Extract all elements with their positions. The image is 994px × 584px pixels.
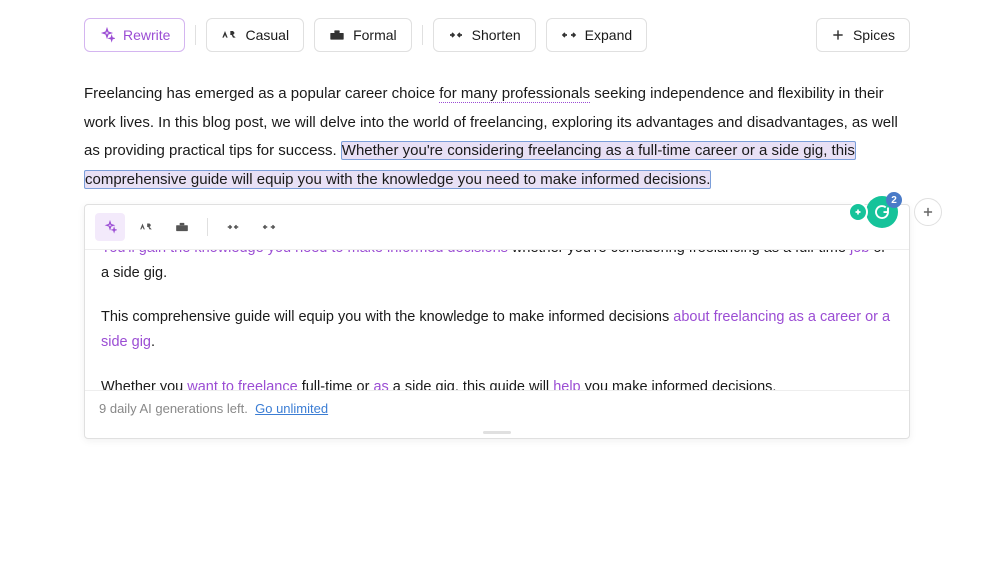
suggestion-highlight: job (850, 250, 869, 256)
expand-tool[interactable] (254, 213, 284, 241)
suggestions-list[interactable]: You'll gain the knowledge you need to ma… (85, 250, 909, 390)
formal-icon (329, 28, 345, 42)
formal-tool[interactable] (167, 213, 197, 241)
formal-icon (175, 221, 189, 233)
shorten-button[interactable]: Shorten (433, 18, 536, 52)
sparkle-icon (99, 27, 115, 43)
formal-label: Formal (353, 27, 397, 43)
spices-label: Spices (853, 27, 895, 43)
grammarly-badge: 2 (886, 192, 902, 208)
toolbar-divider (195, 25, 196, 45)
suggestion-highlight: as (373, 379, 388, 390)
shorten-icon (226, 222, 240, 232)
grammarly-aux-button[interactable] (848, 202, 868, 222)
casual-icon (221, 28, 237, 42)
editor-content[interactable]: Freelancing has emerged as a popular car… (0, 70, 994, 194)
suggestion-item[interactable]: This comprehensive guide will equip you … (85, 295, 909, 364)
suggestions-toolbar (85, 205, 909, 250)
suggestion-text: whether you're considering freelancing a… (508, 250, 850, 256)
shorten-tool[interactable] (218, 213, 248, 241)
plus-icon (921, 205, 935, 219)
formal-button[interactable]: Formal (314, 18, 412, 52)
grammarly-button[interactable]: 2 (866, 196, 898, 228)
casual-label: Casual (245, 27, 289, 43)
paragraph-text: Freelancing has emerged as a popular car… (84, 85, 439, 102)
expand-label: Expand (585, 27, 632, 43)
spices-button[interactable]: Spices (816, 18, 910, 52)
casual-tool[interactable] (131, 213, 161, 241)
suggestion-text: a side gig, this guide will (389, 379, 553, 390)
expand-icon (262, 222, 276, 232)
suggestion-struck: You'll gain the knowledge you need to ma… (101, 250, 508, 256)
plus-circle-icon (853, 207, 863, 217)
shorten-icon (448, 29, 464, 41)
expand-button[interactable]: Expand (546, 18, 647, 52)
suggestion-text: This comprehensive guide will equip you … (101, 309, 673, 325)
toolbar-divider (207, 218, 208, 236)
panel-resize-handle[interactable] (85, 426, 909, 438)
suggestions-footer: 9 daily AI generations left. Go unlimite… (85, 390, 909, 426)
grammar-issue[interactable]: for many professionals (439, 85, 590, 103)
casual-icon (139, 221, 153, 233)
casual-button[interactable]: Casual (206, 18, 304, 52)
suggestion-highlight: help (553, 379, 580, 390)
generation-counter: 9 daily AI generations left. (99, 401, 248, 416)
suggestion-highlight: want to freelance (187, 379, 297, 390)
suggestion-text: . (151, 334, 155, 350)
rewrite-button[interactable]: Rewrite (84, 18, 185, 52)
suggestion-item[interactable]: You'll gain the knowledge you need to ma… (85, 250, 909, 295)
suggestion-text: you make informed decisions. (581, 379, 777, 390)
go-unlimited-link[interactable]: Go unlimited (255, 401, 328, 416)
rewrite-tool[interactable] (95, 213, 125, 241)
suggestion-item[interactable]: Whether you want to freelance full-time … (85, 365, 909, 390)
rewrite-label: Rewrite (123, 27, 170, 43)
shorten-label: Shorten (472, 27, 521, 43)
toolbar-divider (422, 25, 423, 45)
plus-icon (831, 28, 845, 42)
expand-icon (561, 29, 577, 41)
handle-line (483, 431, 511, 434)
suggestion-text: full-time or (298, 379, 374, 390)
add-button[interactable] (914, 198, 942, 226)
suggestion-text: Whether you (101, 379, 187, 390)
sparkle-icon (103, 220, 117, 234)
suggestions-panel: You'll gain the knowledge you need to ma… (84, 204, 910, 439)
